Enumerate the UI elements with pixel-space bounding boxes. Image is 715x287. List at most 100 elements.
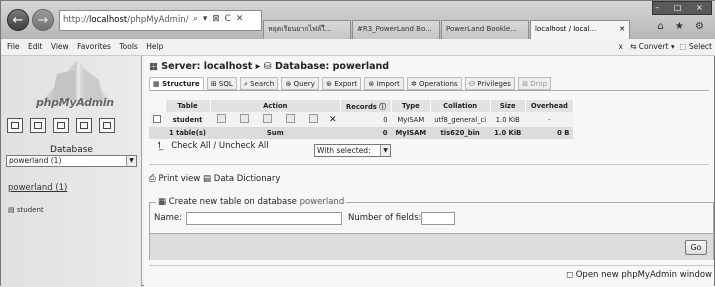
header-type[interactable]: Type [391, 100, 431, 112]
row-checkbox[interactable] [153, 114, 161, 123]
check-all-link[interactable]: Check All / Uncheck All [171, 141, 268, 151]
table-name-link[interactable]: student [165, 112, 210, 127]
import-icon: ⊛ [368, 80, 375, 88]
table-icon: ▤ [8, 206, 15, 214]
tab-2[interactable]: #R3_PowerLand Bo... [352, 20, 440, 39]
header-overhead[interactable]: Overhead [525, 100, 574, 112]
table-row: student ✕ 0 MyISAM utf8_general_ci 1.0 K… [149, 112, 574, 127]
main-tabs: ▦ Structure ⊞ SQL ⌕ Search ⊛ Query ⊛ Exp… [149, 75, 709, 91]
address-bar-icons[interactable]: ⌕ ▾ ⊠ C ✕ [193, 14, 244, 24]
with-selected-select[interactable]: With selected: ▼ [314, 144, 391, 157]
url-prefix: http:// [63, 15, 90, 25]
table-sum-row: 1 table(s) Sum 0 MyISAM tis620_bin 1.0 K… [149, 127, 574, 139]
server-icon: ▦ [149, 61, 158, 72]
tab-drop[interactable]: ⊠ Drop [518, 77, 552, 90]
reload-icon[interactable] [99, 118, 116, 133]
sql-icon: ⊞ [210, 80, 217, 88]
type-value: MyISAM [391, 112, 431, 127]
drop-row-icon[interactable]: ✕ [329, 115, 337, 125]
sum-type: MyISAM [391, 127, 431, 139]
tab-privileges[interactable]: ⚇ Privileges [464, 77, 515, 90]
chevron-down-icon: ▼ [126, 156, 136, 166]
divider [149, 265, 714, 266]
forward-button[interactable]: → [32, 9, 54, 31]
name-label: Name: [154, 213, 182, 223]
sum-records: 0 [340, 127, 392, 139]
export-icon: ⊛ [326, 80, 332, 88]
tab-import[interactable]: ⊛ Import [364, 77, 404, 90]
data-dictionary-link[interactable]: Data Dictionary [214, 174, 281, 184]
query-icon: ⊛ [285, 80, 292, 88]
browser-window: ← → http://localhost/phpMyAdmin/ ⌕ ▾ ⊠ C… [0, 0, 715, 287]
browser-title-bar: ← → http://localhost/phpMyAdmin/ ⌕ ▾ ⊠ C… [1, 1, 715, 39]
window-controls[interactable]: – □ × [652, 1, 712, 15]
header-records[interactable]: Records ⓘ [340, 100, 393, 112]
docs-icon[interactable] [76, 118, 93, 133]
nav-database-link[interactable]: powerland (1) [8, 183, 67, 193]
tab-sql[interactable]: ⊞ SQL [206, 77, 237, 90]
open-new-window-link[interactable]: Open new phpMyAdmin window [576, 270, 712, 280]
select-menu[interactable]: Select [689, 42, 712, 51]
help-icon[interactable]: ⓘ [379, 103, 386, 111]
tab-operations[interactable]: ✲ Operations [406, 77, 462, 90]
header-table[interactable]: Table [165, 100, 211, 112]
phpmyadmin-logo[interactable]: phpMyAdmin [36, 96, 114, 109]
breadcrumb: ▦ Server: localhost ▸ ⛁ Database: powerl… [149, 61, 389, 72]
menu-favorites[interactable]: Favorites [77, 39, 111, 55]
home-favorites-tools-icons[interactable]: ⌂ ★ ⚙ [657, 21, 708, 32]
home-icon[interactable] [7, 118, 23, 133]
nav-table-student[interactable]: ▤ student [8, 206, 44, 214]
url-host: localhost [89, 15, 128, 25]
fields-count-input[interactable] [421, 212, 455, 225]
database-link[interactable]: Database: powerland [275, 61, 389, 72]
convert-menu[interactable]: Convert ▾ [639, 42, 675, 51]
tab-search[interactable]: ⌕ Search [240, 77, 279, 90]
structure-action-icon[interactable] [240, 114, 249, 123]
left-navigation: phpMyAdmin Database powerland (1) ▼ powe… [1, 56, 142, 287]
tab-3[interactable]: PowerLand Bookle... [441, 20, 529, 39]
quick-icons [7, 118, 117, 137]
go-button[interactable]: Go [685, 240, 707, 255]
tab-4-active[interactable]: localhost / local... ✕ [530, 20, 630, 39]
new-window-icon: ◻ [565, 270, 574, 280]
insert-icon[interactable] [286, 114, 295, 123]
menu-file[interactable]: File [7, 39, 20, 55]
size-value[interactable]: 1.0 KiB [490, 112, 526, 127]
header-collation[interactable]: Collation [430, 100, 491, 112]
tab-export[interactable]: ⊛ Export [322, 77, 362, 90]
arrow-up-icon: ↿̲ [156, 141, 164, 151]
menu-view[interactable]: View [51, 39, 69, 55]
menu-edit[interactable]: Edit [28, 39, 43, 55]
sql-icon[interactable] [53, 118, 70, 133]
convert-icon: ⇆ [630, 42, 637, 51]
print-icon: ⎙ [149, 174, 156, 184]
table-header-row: Table Action Records ⓘ Type Collation Si… [149, 100, 574, 112]
tab-1[interactable]: หยุดเรียนยากไฟล์ไี... [263, 20, 351, 39]
records-value: 0 [340, 112, 392, 127]
close-bar-icon[interactable]: x [618, 42, 622, 51]
tab-query[interactable]: ⊛ Query [281, 77, 319, 90]
query-window-icon[interactable] [30, 118, 47, 133]
back-button[interactable]: ← [7, 9, 29, 31]
sum-size: 1.0 KiB [490, 127, 526, 139]
empty-icon[interactable] [309, 114, 318, 123]
tab-structure[interactable]: ▦ Structure [149, 77, 204, 90]
check-all-row: ↿̲ Check All / Uncheck All [156, 141, 269, 151]
browse-icon[interactable] [217, 114, 226, 123]
database-select[interactable]: powerland (1) ▼ [6, 155, 137, 167]
print-view-link[interactable]: Print view [159, 174, 201, 184]
server-link[interactable]: Server: localhost [161, 61, 252, 72]
main-panel: ▦ Server: localhost ▸ ⛁ Database: powerl… [144, 57, 714, 287]
menu-help[interactable]: Help [146, 39, 163, 55]
new-table-icon: ▦ [158, 197, 167, 207]
search-icon: ⌕ [244, 80, 248, 88]
search-action-icon[interactable] [263, 114, 272, 123]
sum-collation: tis620_bin [430, 127, 491, 139]
fields-label: Number of fields: [348, 213, 422, 223]
table-name-input[interactable] [186, 212, 342, 225]
breadcrumb-separator: ▸ [255, 61, 261, 72]
header-size[interactable]: Size [490, 100, 526, 112]
open-window-row: ◻ Open new phpMyAdmin window [566, 270, 712, 280]
menu-tools[interactable]: Tools [119, 39, 137, 55]
close-tab-icon[interactable]: ✕ [619, 21, 625, 38]
